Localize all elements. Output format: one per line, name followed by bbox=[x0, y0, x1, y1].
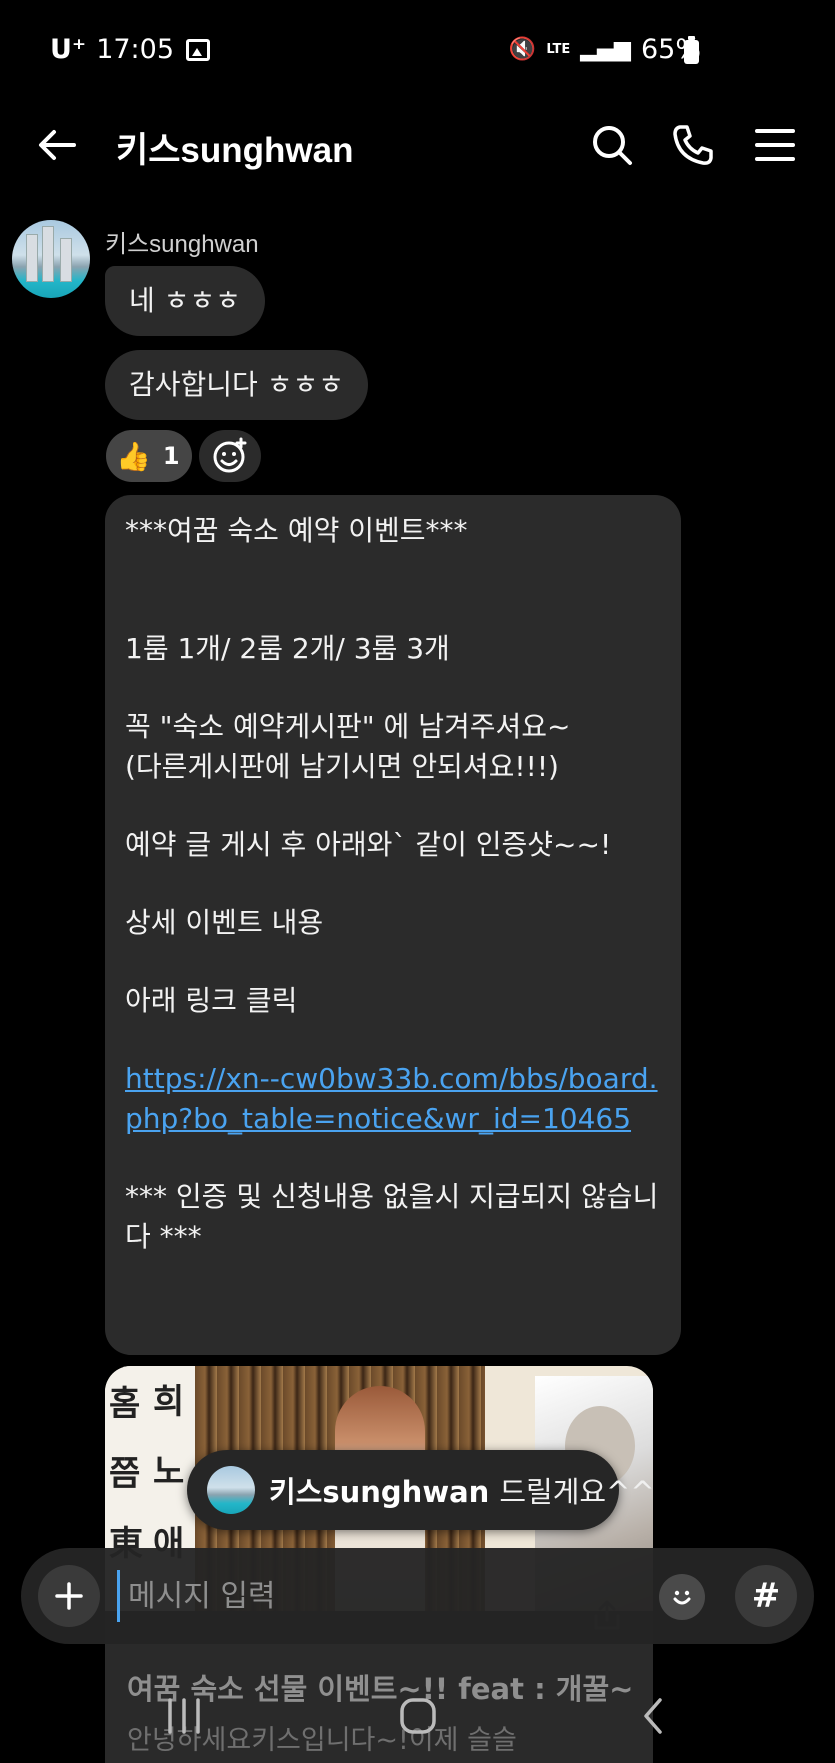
add-emoji-icon bbox=[213, 437, 247, 473]
event-link[interactable]: https://xn--cw0bw33b.com/bbs/board.php?b… bbox=[125, 1062, 658, 1135]
mute-icon: 🔇 bbox=[508, 37, 537, 62]
recent-apps-icon[interactable] bbox=[164, 1698, 204, 1734]
search-icon[interactable] bbox=[589, 122, 635, 168]
signal-icon: ▂▄▆ bbox=[580, 37, 631, 62]
toast-avatar bbox=[207, 1466, 255, 1514]
reaction-count: 1 bbox=[162, 442, 180, 470]
home-icon[interactable] bbox=[398, 1696, 438, 1736]
thumbs-up-icon: 👍 bbox=[116, 439, 151, 473]
chat-header: 키스sunghwan bbox=[0, 100, 835, 190]
gallery-icon bbox=[186, 38, 210, 61]
message-bubble[interactable]: 네 ㅎㅎㅎ bbox=[105, 266, 265, 336]
plus-icon bbox=[55, 1582, 83, 1610]
back-arrow-icon[interactable] bbox=[34, 122, 80, 168]
message-line: 1룸 1개/ 2룸 2개/ 3룸 3개 bbox=[125, 632, 450, 665]
lte-icon: LTE bbox=[546, 42, 571, 57]
emoji-icon bbox=[673, 1590, 691, 1605]
back-icon[interactable] bbox=[634, 1696, 674, 1736]
menu-icon[interactable] bbox=[752, 122, 798, 168]
new-message-toast[interactable]: 키스sunghwan 드릴게요^^ bbox=[187, 1450, 655, 1530]
message-line: 꼭 "숙소 예약게시판" 에 남겨주셔요~ bbox=[125, 710, 571, 743]
phone-icon[interactable] bbox=[670, 122, 716, 168]
battery-icon bbox=[684, 36, 699, 64]
add-reaction-button[interactable] bbox=[199, 430, 261, 482]
clock: 17:05 bbox=[96, 34, 174, 65]
message-line: 예약 글 게시 후 아래와` 같이 인증샷~~! bbox=[125, 828, 612, 861]
emoji-button[interactable] bbox=[659, 1574, 705, 1620]
message-line: *** 인증 및 신청내용 없을시 지급되지 않습니다 *** bbox=[125, 1180, 659, 1253]
status-left: U⁺ 17:05 bbox=[50, 34, 210, 65]
carrier-label: U⁺ bbox=[50, 34, 87, 65]
hashtag-button[interactable]: # bbox=[735, 1565, 797, 1627]
event-message-bubble[interactable]: ***여꿈 숙소 예약 이벤트*** 1룸 1개/ 2룸 2개/ 3룸 3개 꼭… bbox=[105, 495, 681, 1355]
message-line: 아래 링크 클릭 bbox=[125, 984, 298, 1017]
message-composer: # bbox=[21, 1548, 814, 1644]
system-nav-bar bbox=[0, 1680, 835, 1763]
toast-sender: 키스sunghwan bbox=[269, 1475, 490, 1509]
sender-name: 키스sunghwan bbox=[105, 231, 259, 258]
status-bar: U⁺ 17:05 🔇 LTE ▂▄▆ 65% bbox=[0, 0, 835, 100]
reaction-badge[interactable]: 👍 1 bbox=[106, 430, 192, 482]
message-bubble[interactable]: 감사합니다 ㅎㅎㅎ bbox=[105, 350, 368, 420]
status-right: 🔇 LTE ▂▄▆ 65% bbox=[509, 34, 701, 65]
chat-title: 키스sunghwan bbox=[116, 131, 354, 170]
avatar[interactable] bbox=[12, 220, 90, 298]
attach-button[interactable] bbox=[38, 1565, 100, 1627]
message-line: ***여꿈 숙소 예약 이벤트*** bbox=[125, 514, 468, 547]
message-input[interactable] bbox=[117, 1570, 657, 1622]
toast-message: 드릴게요^^ bbox=[499, 1475, 655, 1509]
message-line: (다른게시판에 남기시면 안되셔요!!!) bbox=[125, 750, 559, 783]
message-line: 상세 이벤트 내용 bbox=[125, 906, 324, 939]
